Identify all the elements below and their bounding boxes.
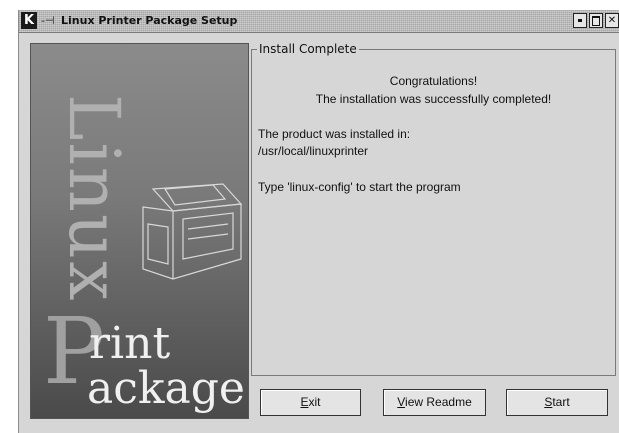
congrats-text: Congratulations! [389,74,478,88]
success-text: The installation was successfully comple… [315,92,552,106]
kde-logo-icon[interactable]: K [21,12,37,29]
view-readme-button-face[interactable]: View Readme [384,390,485,415]
install-path: /usr/local/linuxprinter [258,144,369,158]
group-legend: Install Complete [257,41,359,57]
installed-in-label: The product was installed in: [258,127,411,141]
banner-print-text: rint [89,318,171,369]
view-readme-button[interactable]: View Readme [383,389,486,416]
readme-mnemonic: V [397,395,406,409]
readme-label: iew Readme [405,395,472,409]
title-bar[interactable]: K -⊣ Linux Printer Package Setup ✕ [19,10,619,33]
printer-icon [142,183,243,280]
start-hint-text: Type 'linux-config' to start the program [258,180,461,194]
banner-package-text: ackage [87,363,245,414]
setup-window: K -⊣ Linux Printer Package Setup ✕ Linux… [18,10,619,433]
exit-button[interactable]: Exit [260,389,361,416]
pin-icon[interactable]: -⊣ [41,13,55,29]
start-button[interactable]: Start [506,389,608,416]
window-title: Linux Printer Package Setup [61,14,238,27]
maximize-button[interactable] [589,13,603,28]
exit-label: xit [308,395,321,409]
minimize-button[interactable] [573,13,587,28]
exit-button-face[interactable]: Exit [261,390,360,415]
exit-mnemonic: E [300,395,309,409]
product-banner-image: Linux P rint ackage [30,43,249,419]
start-button-face[interactable]: Start [507,390,607,415]
close-button[interactable]: ✕ [605,13,619,28]
start-label: tart [552,395,570,409]
